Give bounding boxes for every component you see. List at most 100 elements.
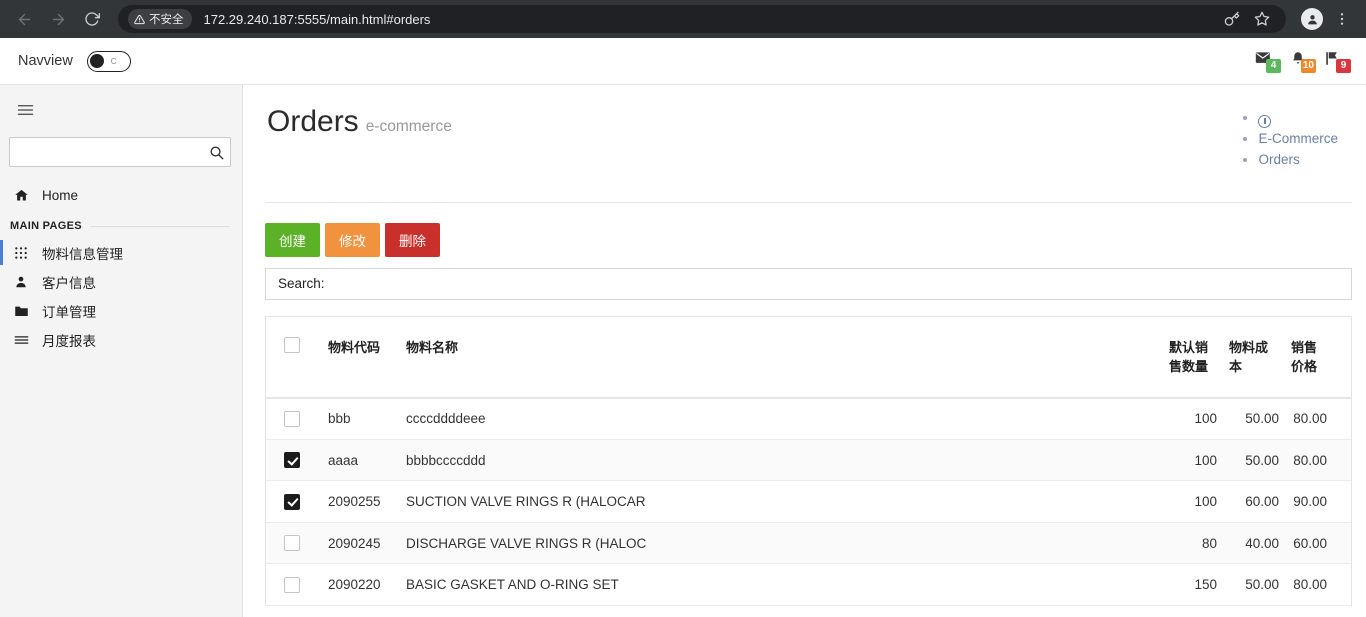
list-icon: [13, 334, 29, 346]
search-icon[interactable]: [209, 145, 224, 160]
breadcrumb-item-home[interactable]: [1258, 107, 1338, 128]
bookmark-button[interactable]: [1248, 5, 1276, 33]
row-checkbox[interactable]: [284, 576, 300, 593]
security-status-chip[interactable]: 不安全: [128, 9, 192, 29]
grid-icon: [13, 246, 29, 260]
header-material-code[interactable]: 物料代码: [322, 316, 400, 399]
sidebar-item-order-management-label: 订单管理: [42, 304, 96, 320]
cell-material-cost: 50.00: [1223, 397, 1285, 440]
table-row[interactable]: 2090255 SUCTION VALVE RINGS R (HALOCAR 1…: [266, 480, 1351, 523]
cell-material-name: BASIC GASKET AND O-RING SET: [400, 563, 1163, 606]
sidebar-toggle-button[interactable]: [6, 93, 44, 127]
folder-glyph-icon: [14, 306, 28, 316]
profile-button[interactable]: [1298, 5, 1326, 33]
cell-material-cost: 50.00: [1223, 563, 1285, 606]
table-search-input[interactable]: [332, 272, 1351, 295]
forward-button[interactable]: [44, 5, 72, 33]
cell-default-qty: 100: [1163, 480, 1223, 523]
sidebar-item-home-label: Home: [42, 188, 79, 203]
warning-triangle-icon: [134, 14, 145, 24]
select-all-checkbox[interactable]: [284, 337, 300, 354]
reload-icon: [85, 12, 100, 26]
table-search[interactable]: Search:: [265, 267, 1352, 300]
flag-badge[interactable]: 9: [1325, 50, 1351, 73]
navview-toggle[interactable]: C: [86, 50, 131, 72]
header-select-all[interactable]: [266, 316, 322, 399]
security-status-label: 不安全: [149, 14, 184, 26]
modify-button[interactable]: 修改: [325, 222, 380, 257]
toggle-glyph: C: [110, 56, 117, 66]
cell-material-code: bbb: [322, 397, 400, 440]
table-row[interactable]: aaaa bbbbccccddd 100 50.00 80.00: [266, 439, 1351, 482]
cell-material-cost: 40.00: [1223, 522, 1285, 565]
password-key-button[interactable]: [1218, 5, 1246, 33]
url-text: 172.29.240.187:5555/main.html#orders: [203, 11, 431, 27]
cell-default-qty: 150: [1163, 563, 1223, 606]
cell-material-code: aaaa: [322, 439, 400, 482]
table-row[interactable]: 2090245 DISCHARGE VALVE RINGS R (HALOC 8…: [266, 522, 1351, 565]
materials-table: 物料代码 物料名称 默认销售数量 物料成本 销售价格 bbb ccccdddde…: [266, 316, 1351, 606]
grid-glyph-icon: [15, 246, 27, 259]
navview-label: Navview: [18, 53, 73, 69]
sidebar-item-material-management[interactable]: 物料信息管理: [0, 238, 242, 267]
sidebar-item-home[interactable]: Home: [0, 181, 242, 210]
list-glyph-icon: [14, 335, 28, 344]
cell-material-code: 2090255: [322, 480, 400, 523]
person-glyph-icon: [1307, 14, 1317, 24]
folder-icon: [13, 304, 29, 318]
search-glyph-icon: [210, 146, 224, 159]
main-content: Orders e-commerce E-Commerce Orders 创建 修改…: [243, 85, 1366, 617]
cell-sales-price: 60.00: [1285, 522, 1351, 565]
cell-sales-price: 80.00: [1285, 439, 1351, 482]
home-glyph-icon: [14, 189, 28, 201]
row-checkbox-cell[interactable]: [266, 563, 322, 606]
reload-button[interactable]: [78, 5, 106, 33]
create-button[interactable]: 创建: [265, 222, 320, 257]
header-material-name[interactable]: 物料名称: [400, 316, 1163, 399]
profile-avatar-icon: [1301, 8, 1323, 30]
row-checkbox-cell[interactable]: [266, 480, 322, 523]
browser-menu-button[interactable]: [1328, 5, 1356, 33]
cell-sales-price: 80.00: [1285, 563, 1351, 606]
app-header: Navview C 4 10 9: [0, 38, 1366, 85]
breadcrumb-item-ecommerce[interactable]: E-Commerce: [1258, 128, 1338, 149]
row-checkbox[interactable]: [284, 535, 300, 552]
data-table-container: 物料代码 物料名称 默认销售数量 物料成本 销售价格 bbb ccccdddde…: [265, 315, 1352, 606]
info-circle-icon: [1258, 114, 1272, 128]
sidebar-section-header: MAIN PAGES: [0, 210, 242, 238]
header-sales-price[interactable]: 销售价格: [1285, 316, 1351, 399]
browser-toolbar: 不安全 172.29.240.187:5555/main.html#orders: [0, 0, 1366, 38]
row-checkbox-cell[interactable]: [266, 522, 322, 565]
header-default-qty[interactable]: 默认销售数量: [1163, 316, 1223, 399]
back-button[interactable]: [10, 5, 38, 33]
sidebar-item-monthly-report[interactable]: 月度报表: [0, 325, 242, 354]
page-header: Orders e-commerce E-Commerce Orders: [265, 105, 1352, 203]
sidebar-item-customer-info[interactable]: 客户信息: [0, 267, 242, 296]
table-row[interactable]: bbb ccccddddeee 100 50.00 80.00: [266, 397, 1351, 440]
cell-material-name: bbbbccccddd: [400, 439, 1163, 482]
sidebar-item-order-management[interactable]: 订单管理: [0, 296, 242, 325]
bell-badge-count: 10: [1300, 59, 1316, 73]
bell-badge[interactable]: 10: [1290, 50, 1316, 73]
address-bar[interactable]: 不安全 172.29.240.187:5555/main.html#orders: [118, 5, 1286, 33]
breadcrumb-item-orders[interactable]: Orders: [1258, 149, 1338, 170]
mail-badge[interactable]: 4: [1255, 50, 1281, 73]
delete-button[interactable]: 删除: [385, 222, 440, 257]
toggle-knob: [89, 54, 104, 68]
table-search-label: Search:: [278, 276, 325, 291]
table-row[interactable]: 2090220 BASIC GASKET AND O-RING SET 150 …: [266, 563, 1351, 606]
home-icon: [13, 188, 29, 203]
cell-material-cost: 60.00: [1223, 480, 1285, 523]
cell-material-code: 2090220: [322, 563, 400, 606]
row-checkbox-cell[interactable]: [266, 397, 322, 440]
row-checkbox[interactable]: [284, 410, 300, 427]
row-checkbox[interactable]: [284, 452, 300, 469]
forward-arrow-icon: [52, 13, 64, 25]
header-material-cost[interactable]: 物料成本: [1223, 316, 1285, 399]
kebab-menu-icon: [1340, 13, 1344, 25]
row-checkbox-cell[interactable]: [266, 439, 322, 482]
sidebar-search-input[interactable]: [16, 143, 209, 161]
sidebar-search[interactable]: [9, 137, 231, 167]
person-glyph-icon: [16, 276, 26, 287]
row-checkbox[interactable]: [284, 493, 300, 510]
